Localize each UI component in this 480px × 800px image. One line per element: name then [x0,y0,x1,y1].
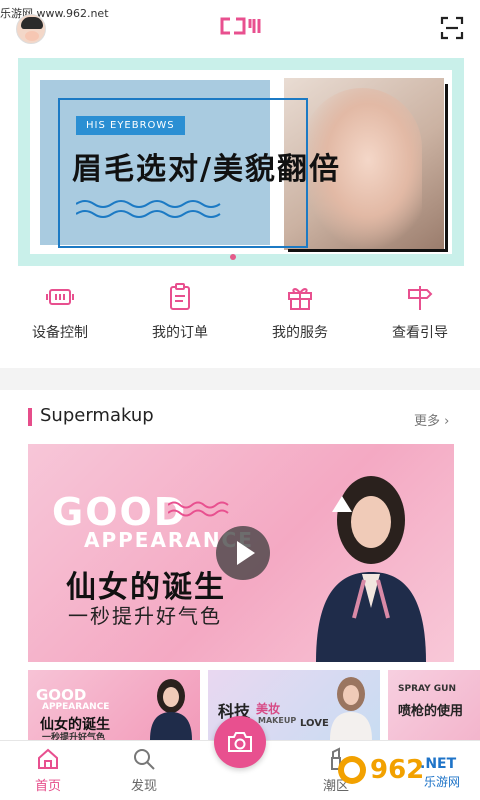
promo-subtitle: 一秒提升好气色 [68,604,222,628]
carousel-indicator[interactable] [230,254,236,260]
watermark-top-text: 乐游网 www.962.net [0,7,109,20]
nav-item-home[interactable]: 首页 [18,747,78,794]
quick-item-label: 查看引导 [392,325,448,341]
quick-item-device-control[interactable]: 设备控制 [0,282,120,342]
watermark-sub: 乐游网 [424,775,460,789]
avatar[interactable] [16,14,46,44]
watermark-logo: 962 .NET 乐游网 [338,755,460,789]
quick-menu: 设备控制 我的订单 我的服务 查看引导 [0,282,480,362]
top-header: 乐游网 www.962.net [0,0,480,50]
watermark-brand: 962 [370,755,424,785]
gift-icon [288,288,312,310]
play-button[interactable] [216,526,270,580]
banner-title: 眉毛选对/美貌翻倍 [72,152,341,187]
section-accent-bar [28,408,32,426]
quick-item-label: 设备控制 [32,325,88,341]
camera-icon [228,732,252,752]
scan-icon[interactable] [440,16,464,40]
quick-item-label: 我的服务 [272,325,328,341]
more-link[interactable]: 更多 › [414,410,449,429]
nav-label: 首页 [34,779,61,794]
thumb-line: 一秒提升好气色 [42,733,106,740]
quick-item-label: 我的订单 [152,325,208,341]
thumb-line: MAKEUP [258,716,297,725]
order-icon [170,283,190,310]
quick-item-my-service[interactable]: 我的服务 [240,282,360,342]
thumbnail-card[interactable]: GOOD APPEARANCE 仙女的诞生 一秒提升好气色 [28,670,200,740]
triangle-decoration [332,496,352,512]
section-title: Supermakup [40,405,154,426]
home-icon [38,748,58,769]
thumb-line: 喷枪的使用 [398,704,464,719]
quick-item-view-guide[interactable]: 查看引导 [360,282,480,342]
thumb-line: APPEARANCE [42,702,110,712]
watermark-suffix: .NET [420,756,457,772]
device-icon [46,289,74,305]
wave-decoration [76,200,221,218]
signpost-icon [408,286,433,310]
thumb-model-photo [150,679,192,740]
thumb-line: LOVE [300,718,329,729]
search-icon [134,749,155,770]
thumbnail-card[interactable]: SPRAY GUN 喷枪的使用 [388,670,480,740]
thumb-model-photo [330,677,372,740]
app-screen: 乐游网 www.962.net HIS EYEBROWS 眉毛选对/美貌翻倍 设… [0,0,480,800]
promo-banner[interactable]: HIS EYEBROWS 眉毛选对/美貌翻倍 [18,58,464,266]
nav-label: 发现 [130,779,157,794]
video-card[interactable]: GOOD APPEARANCE 仙女的诞生 一秒提升好气色 [28,444,454,662]
thumb-line: SPRAY GUN [398,684,456,694]
nav-item-discover[interactable]: 发现 [114,747,174,794]
banner-tag: HIS EYEBROWS [76,116,185,135]
thumb-line: 美妆 [256,702,281,716]
wave-decoration [168,501,229,517]
section-divider [0,368,480,390]
app-logo [220,17,261,35]
camera-button[interactable] [214,716,266,768]
quick-item-my-orders[interactable]: 我的订单 [120,282,240,342]
promo-model-photo [316,476,426,662]
